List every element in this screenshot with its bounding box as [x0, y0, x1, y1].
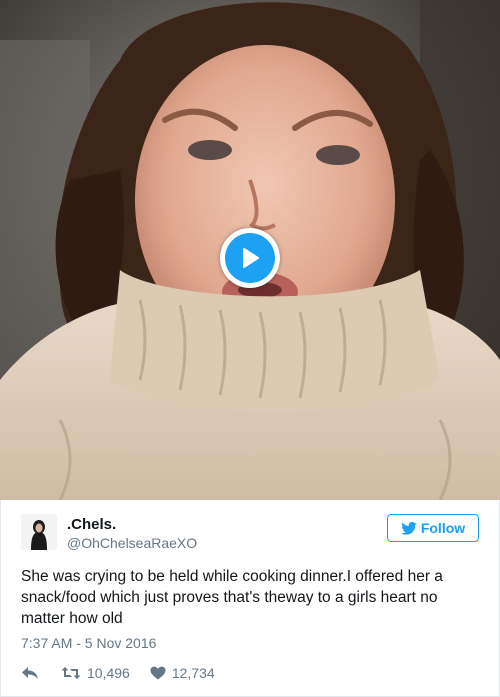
tweet-timestamp[interactable]: 7:37 AM - 5 Nov 2016	[21, 635, 156, 651]
reply-icon	[22, 667, 38, 679]
retweet-count: 10,496	[87, 665, 130, 681]
tweet-body: .Chels. @OhChelseaRaeXO Follow She was c…	[0, 500, 500, 697]
retweet-icon	[61, 667, 81, 679]
tweet-header: .Chels. @OhChelseaRaeXO Follow	[21, 514, 479, 554]
avatar[interactable]	[21, 514, 57, 550]
user-names: .Chels. @OhChelseaRaeXO	[67, 516, 197, 552]
like-button[interactable]: 12,734	[150, 665, 215, 681]
user-handle[interactable]: @OhChelseaRaeXO	[67, 534, 197, 552]
play-icon	[225, 233, 275, 283]
reply-button[interactable]	[21, 666, 39, 680]
tweet-actions: 10,496 12,734	[21, 663, 215, 683]
tweet-text: She was crying to be held while cooking …	[21, 568, 443, 627]
follow-button[interactable]: Follow	[387, 514, 479, 542]
follow-label: Follow	[420, 520, 466, 536]
play-button[interactable]	[220, 228, 280, 288]
video-thumbnail[interactable]	[0, 0, 500, 500]
like-count: 12,734	[171, 665, 215, 681]
avatar-image	[21, 514, 57, 550]
tweet-card: .Chels. @OhChelseaRaeXO Follow She was c…	[0, 0, 500, 697]
twitter-bird-icon	[401, 521, 417, 535]
heart-icon	[150, 666, 166, 680]
retweet-button[interactable]: 10,496	[61, 665, 130, 681]
display-name[interactable]: .Chels.	[67, 516, 197, 534]
